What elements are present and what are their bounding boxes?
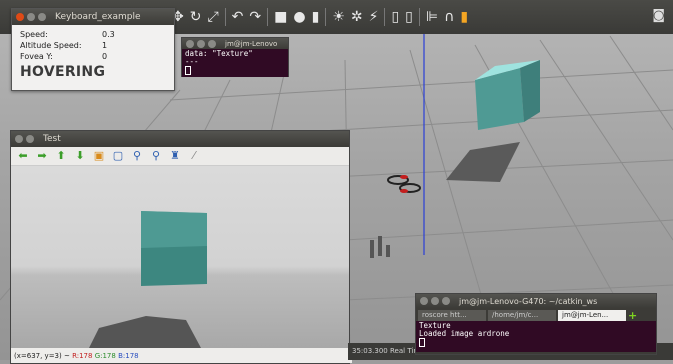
titlebar: Keyboard_example <box>12 9 174 25</box>
titlebar: Test <box>11 131 349 147</box>
minimize-icon[interactable] <box>431 297 439 305</box>
paste-icon[interactable]: ▯ <box>405 6 413 28</box>
window-title: Test <box>43 134 61 144</box>
terminal-cursor <box>419 338 425 347</box>
tab-jm-lenovo[interactable]: jm@jm-Len... <box>558 310 626 321</box>
sphere-icon[interactable]: ● <box>293 6 305 28</box>
arrow-down-icon[interactable]: ⬇ <box>73 149 87 163</box>
terminal-line: Loaded image ardrone <box>419 329 510 338</box>
terminal-output[interactable]: data: "Texture" --- <box>182 49 288 77</box>
minimize-icon[interactable] <box>197 39 205 48</box>
sun-icon[interactable]: ☀ <box>332 6 345 28</box>
close-icon[interactable] <box>15 135 23 143</box>
image-toolbar: ⬅ ➡ ⬆ ⬇ ▣ ▢ ⚲ ⚲ ♜ ⁄ <box>11 147 349 166</box>
arrow-right-icon[interactable]: ➡ <box>35 149 49 163</box>
zoom-in-icon[interactable]: ⚲ <box>130 149 144 163</box>
fit-icon[interactable]: ▢ <box>111 149 125 163</box>
titlebar: jm@jm-Lenovo <box>182 38 288 49</box>
altitude-speed-value: 1 <box>102 41 108 50</box>
keyboard-example-window[interactable]: Keyboard_example Speed: 0.3 Altitude Spe… <box>11 8 175 91</box>
terminal-line: data: "Texture" <box>185 49 253 58</box>
terminal-window-bottom[interactable]: jm@jm-Lenovo-G470: ~/catkin_ws roscore h… <box>415 293 657 355</box>
titlebar: jm@jm-Lenovo-G470: ~/catkin_ws <box>416 294 656 308</box>
drone-model <box>387 175 421 193</box>
arrow-up-icon[interactable]: ⬆ <box>54 149 68 163</box>
fovea-y-row: Fovea Y: 0 <box>20 51 166 62</box>
tab-home[interactable]: /home/jm/c... <box>488 310 556 321</box>
toolbar-divider <box>267 8 269 26</box>
close-icon[interactable] <box>16 13 24 21</box>
screenshot-icon[interactable]: ◙ <box>652 8 665 23</box>
binoculars-icon[interactable]: ♜ <box>168 149 182 163</box>
terminal-tabs: roscore htt... /home/jm/c... jm@jm-Len..… <box>416 308 656 321</box>
box-icon[interactable]: ■ <box>274 6 287 28</box>
scale-icon[interactable]: ⤢ <box>207 6 218 28</box>
undo-icon[interactable]: ↶ <box>232 6 244 28</box>
toolbar-divider <box>384 8 386 26</box>
color-icon[interactable]: ▮ <box>460 6 468 28</box>
add-tab-icon[interactable]: + <box>628 310 637 321</box>
speed-row: Speed: 0.3 <box>20 29 166 40</box>
camera-image <box>89 211 207 348</box>
spot-light-icon[interactable]: ⚡ <box>369 6 379 28</box>
gazebo-tools: ✥ ↻ ⤢ ↶ ↷ ■ ● ▮ ☀ ✲ ⚡ ▯ ▯ ⊫ ∩ ▮ <box>172 6 468 28</box>
altitude-speed-label: Altitude Speed: <box>20 41 82 50</box>
sim-time: 35:03.300 <box>352 347 388 355</box>
align-icon[interactable]: ⊫ <box>426 6 438 28</box>
maximize-icon[interactable] <box>38 13 46 21</box>
blue-value: B:178 <box>118 352 139 360</box>
test-image-window[interactable]: Test ⬅ ➡ ⬆ ⬇ ▣ ▢ ⚲ ⚲ ♜ ⁄ (x=637, y=3) ~ … <box>10 130 352 364</box>
terminal-window-top[interactable]: jm@jm-Lenovo data: "Texture" --- <box>181 37 289 77</box>
close-icon[interactable] <box>420 297 428 305</box>
window-title: Keyboard_example <box>55 12 141 22</box>
rotate-icon[interactable]: ↻ <box>190 6 202 28</box>
terminal-output[interactable]: Texture Loaded image ardrone <box>416 321 656 352</box>
minimize-icon[interactable] <box>26 135 34 143</box>
red-value: R:178 <box>72 352 93 360</box>
camera-image-view[interactable] <box>11 166 349 348</box>
terminal-cursor <box>185 66 191 75</box>
altitude-speed-row: Altitude Speed: 1 <box>20 40 166 51</box>
save-icon[interactable]: ▣ <box>92 149 106 163</box>
cylinder-icon[interactable]: ▮ <box>312 6 320 28</box>
copy-icon[interactable]: ▯ <box>391 6 399 28</box>
arrow-left-icon[interactable]: ⬅ <box>16 149 30 163</box>
fovea-y-label: Fovea Y: <box>20 52 53 61</box>
minimize-icon[interactable] <box>27 13 35 21</box>
maximize-icon[interactable] <box>208 39 216 48</box>
maximize-icon[interactable] <box>442 297 450 305</box>
pixel-status-bar: (x=637, y=3) ~ R:178 G:178 B:178 <box>11 349 352 363</box>
keyboard-status-panel: Speed: 0.3 Altitude Speed: 1 Fovea Y: 0 … <box>12 25 174 80</box>
flight-status: HOVERING <box>20 64 106 80</box>
speed-value: 0.3 <box>102 30 115 39</box>
redo-icon[interactable]: ↷ <box>249 6 261 28</box>
brush-icon[interactable]: ⁄ <box>187 149 201 163</box>
close-icon[interactable] <box>186 39 194 48</box>
speed-label: Speed: <box>20 30 48 39</box>
point-light-icon[interactable]: ✲ <box>351 6 363 28</box>
toolbar-divider <box>418 8 420 26</box>
zoom-out-icon[interactable]: ⚲ <box>149 149 163 163</box>
terminal-line: --- <box>185 57 199 66</box>
toolbar-divider <box>224 8 226 26</box>
window-title: jm@jm-Lenovo-G470: ~/catkin_ws <box>459 296 598 306</box>
tab-roscore[interactable]: roscore htt... <box>418 310 486 321</box>
window-title: jm@jm-Lenovo <box>225 39 278 48</box>
snap-icon[interactable]: ∩ <box>444 6 454 28</box>
fovea-y-value: 0 <box>102 52 108 61</box>
green-value: G:178 <box>94 352 116 360</box>
cursor-coordinates: (x=637, y=3) ~ <box>14 352 70 360</box>
toolbar-divider <box>325 8 327 26</box>
